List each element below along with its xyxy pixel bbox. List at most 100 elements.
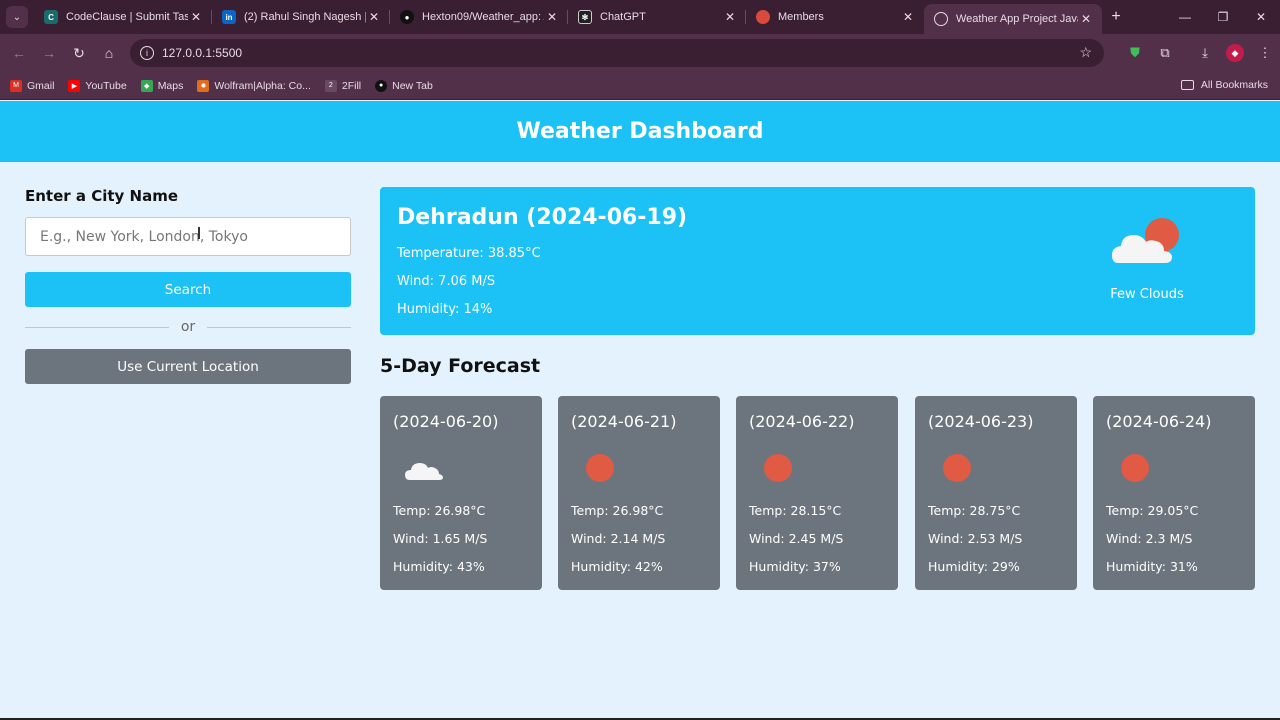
forecast-card: (2024-06-21) Temp: 26.98°C Wind: 2.14 M/… [558, 396, 720, 590]
profile-avatar-icon[interactable]: ◆ [1226, 44, 1244, 62]
forecast-card: (2024-06-23) Temp: 28.75°C Wind: 2.53 M/… [915, 396, 1077, 590]
forecast-date: (2024-06-24) [1106, 412, 1212, 431]
forecast-temp: Temp: 26.98°C [393, 503, 486, 518]
2fill-icon: 2 [324, 79, 337, 92]
bookmark-youtube[interactable]: ▶ YouTube [68, 79, 127, 92]
current-humidity: Humidity: 14% [397, 302, 493, 317]
bookmark-wolfram[interactable]: ✹ Wolfram|Alpha: Co... [197, 79, 311, 92]
toolbar-spacer [1180, 38, 1190, 68]
close-icon[interactable]: ✕ [1078, 12, 1094, 26]
wolfram-icon: ✹ [197, 79, 210, 92]
sun-icon [580, 452, 624, 484]
address-bar[interactable]: i 127.0.0.1:5500 ☆ [130, 39, 1104, 67]
forecast-wind: Wind: 2.14 M/S [571, 531, 666, 546]
download-icon[interactable]: ⤓ [1190, 38, 1220, 68]
forecast-temp: Temp: 26.98°C [571, 503, 664, 518]
forecast-humidity: Humidity: 31% [1106, 559, 1198, 574]
bookmark-maps[interactable]: ◆ Maps [140, 79, 184, 92]
forecast-humidity: Humidity: 42% [571, 559, 663, 574]
chatgpt-icon: ✻ [578, 10, 592, 24]
menu-kebab-icon[interactable]: ⋮ [1250, 38, 1280, 68]
forecast-card: (2024-06-22) Temp: 28.15°C Wind: 2.45 M/… [736, 396, 898, 590]
all-bookmarks-button[interactable]: All Bookmarks [1180, 79, 1268, 91]
globe-icon [934, 12, 948, 26]
forecast-card: (2024-06-24) Temp: 29.05°C Wind: 2.3 M/S… [1093, 396, 1255, 590]
tab-title: Weather App Project JavaS [956, 13, 1078, 25]
browser-tab[interactable]: Members ✕ [746, 0, 924, 34]
new-tab-icon[interactable]: + [1102, 3, 1130, 31]
forecast-card: (2024-06-20) Temp: 26.98°C Wind: 1.65 M/… [380, 396, 542, 590]
youtube-icon: ▶ [68, 79, 81, 92]
forecast-temp: Temp: 28.75°C [928, 503, 1021, 518]
tab-search-icon[interactable]: ⌄ [6, 6, 28, 28]
restore-icon[interactable]: ❐ [1204, 0, 1242, 34]
close-icon[interactable]: ✕ [366, 10, 382, 24]
browser-tab-active[interactable]: Weather App Project JavaS ✕ [924, 4, 1102, 34]
forecast-humidity: Humidity: 29% [928, 559, 1020, 574]
forecast-title: 5-Day Forecast [380, 355, 541, 377]
github-icon: ● [375, 79, 388, 92]
text-cursor [198, 227, 200, 239]
forecast-temp: Temp: 29.05°C [1106, 503, 1199, 518]
bookmark-label: YouTube [85, 79, 127, 92]
forecast-date: (2024-06-22) [749, 412, 855, 431]
members-icon [756, 10, 770, 24]
close-icon[interactable]: ✕ [900, 10, 916, 24]
browser-tab[interactable]: ● Hexton09/Weather_app: A ✕ [390, 0, 568, 34]
browser-tab[interactable]: ✻ ChatGPT ✕ [568, 0, 746, 34]
bookmarks-bar: M Gmail ▶ YouTube ◆ Maps ✹ Wolfram|Alpha… [0, 72, 1280, 100]
extensions-icon[interactable]: ⧉ [1150, 38, 1180, 68]
app-header: Weather Dashboard [0, 101, 1280, 162]
bookmark-label: Wolfram|Alpha: Co... [214, 79, 311, 92]
forecast-date: (2024-06-20) [393, 412, 499, 431]
tab-title: CodeClause | Submit Task [66, 11, 188, 23]
close-window-icon[interactable]: ✕ [1242, 0, 1280, 34]
site-info-icon[interactable]: i [140, 46, 154, 60]
bookmark-gmail[interactable]: M Gmail [10, 79, 54, 92]
forecast-temp: Temp: 28.15°C [749, 503, 842, 518]
few-clouds-icon [1110, 215, 1190, 267]
divider-line [207, 326, 352, 328]
browser-tab-bar: ⌄ C CodeClause | Submit Task ✕ in (2) Ra… [0, 0, 1280, 34]
forecast-cards: (2024-06-20) Temp: 26.98°C Wind: 1.65 M/… [380, 396, 1255, 590]
bookmark-new-tab[interactable]: ● New Tab [375, 79, 433, 92]
all-bookmarks-label: All Bookmarks [1200, 79, 1268, 91]
url-text: 127.0.0.1:5500 [162, 46, 243, 60]
reload-icon[interactable]: ↻ [64, 38, 94, 68]
bookmark-label: New Tab [392, 79, 433, 92]
toolbar-actions: ⛊ ⧉ ⤓ ◆ ⋮ [1120, 38, 1280, 68]
gmail-icon: M [10, 79, 22, 92]
browser-toolbar: ← → ↻ ⌂ i 127.0.0.1:5500 ☆ ⛊ ⧉ ⤓ ◆ ⋮ [0, 34, 1280, 72]
minimize-icon[interactable]: — [1166, 0, 1204, 34]
browser-tab[interactable]: C CodeClause | Submit Task ✕ [34, 0, 212, 34]
current-wind: Wind: 7.06 M/S [397, 274, 496, 289]
current-city-heading: Dehradun (2024-06-19) [397, 205, 688, 230]
sun-icon [1115, 452, 1159, 484]
divider-text: or [180, 319, 196, 335]
use-current-location-button[interactable]: Use Current Location [25, 349, 351, 384]
shield-extension-icon[interactable]: ⛊ [1120, 38, 1150, 68]
back-icon[interactable]: ← [4, 38, 34, 68]
bookmark-star-icon[interactable]: ☆ [1079, 44, 1092, 61]
home-icon[interactable]: ⌂ [94, 38, 124, 68]
search-button[interactable]: Search [25, 272, 351, 307]
cloud-icon [402, 452, 446, 484]
tab-title: Hexton09/Weather_app: A [422, 11, 544, 23]
folder-icon [1180, 80, 1194, 90]
close-icon[interactable]: ✕ [544, 10, 560, 24]
tab-title: (2) Rahul Singh Nagesh | Li [244, 11, 366, 23]
page-title: Weather Dashboard [516, 119, 764, 144]
browser-tab[interactable]: in (2) Rahul Singh Nagesh | Li ✕ [212, 0, 390, 34]
forecast-wind: Wind: 1.65 M/S [393, 531, 488, 546]
bookmark-label: Maps [157, 79, 184, 92]
forward-icon[interactable]: → [34, 38, 64, 68]
search-panel: Enter a City Name Search or Use Current … [25, 187, 352, 384]
forecast-date: (2024-06-23) [928, 412, 1034, 431]
or-divider: or [25, 317, 352, 337]
bookmark-2fill[interactable]: 2 2Fill [324, 79, 361, 92]
tab-title: ChatGPT [600, 11, 646, 23]
city-search-input[interactable] [25, 217, 351, 256]
close-icon[interactable]: ✕ [722, 10, 738, 24]
maps-icon: ◆ [140, 79, 153, 92]
close-icon[interactable]: ✕ [188, 10, 204, 24]
